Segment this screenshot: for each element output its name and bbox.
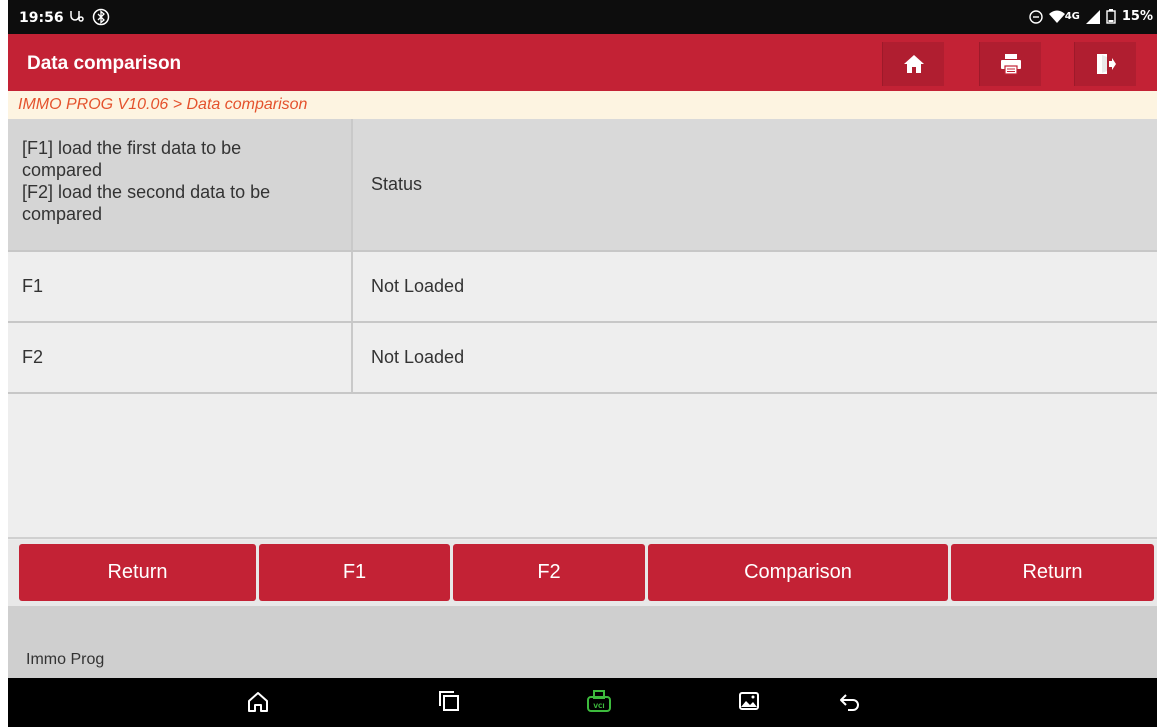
network-type: 4G xyxy=(1064,11,1080,22)
row-status: Not Loaded xyxy=(371,276,465,296)
return-button-right[interactable]: Return xyxy=(951,544,1154,601)
status-left-icons xyxy=(68,8,110,26)
footer-bar: Immo Prog xyxy=(8,606,1157,678)
status-bar: 19:56 4G 15% xyxy=(8,0,1157,34)
wifi-icon xyxy=(1048,10,1065,23)
page-title: Data comparison xyxy=(27,53,182,74)
action-button-bar: Return F1 F2 Comparison Return xyxy=(8,540,1157,606)
row-name: F1 xyxy=(8,252,353,321)
content-empty-area xyxy=(8,394,1157,539)
vci-icon[interactable]: VCI xyxy=(586,690,612,719)
app-window: 19:56 4G 15% Data comparison IMMO PROG V… xyxy=(0,0,1157,727)
home-button[interactable] xyxy=(882,42,944,86)
exit-icon xyxy=(1096,54,1116,74)
comparison-button[interactable]: Comparison xyxy=(648,544,948,601)
stethoscope-icon xyxy=(70,11,84,22)
print-button[interactable] xyxy=(979,42,1041,86)
nav-recent-apps-icon[interactable] xyxy=(438,690,460,717)
exit-button[interactable] xyxy=(1074,42,1136,86)
row-name: F2 xyxy=(8,323,353,392)
svg-text:VCI: VCI xyxy=(593,703,604,710)
left-edge xyxy=(0,0,8,727)
battery-icon xyxy=(1106,9,1116,24)
return-button-left[interactable]: Return xyxy=(19,544,256,601)
table-row[interactable]: F2 Not Loaded xyxy=(8,323,1157,394)
f2-button[interactable]: F2 xyxy=(453,544,645,601)
status-time: 19:56 xyxy=(19,10,64,26)
status-right-icons: 4G 15% xyxy=(1029,9,1153,24)
nav-back-icon[interactable] xyxy=(838,690,862,719)
dnd-icon xyxy=(1029,9,1043,24)
table-header: [F1] load the first data to be compared … xyxy=(8,119,1157,252)
signal-icon xyxy=(1085,9,1100,24)
breadcrumb: IMMO PROG V10.06 > Data comparison xyxy=(8,91,1157,119)
battery-level: 15% xyxy=(1121,9,1153,24)
table-row[interactable]: F1 Not Loaded xyxy=(8,252,1157,323)
f1-button[interactable]: F1 xyxy=(259,544,450,601)
row-status: Not Loaded xyxy=(371,347,465,367)
nav-gallery-icon[interactable] xyxy=(738,690,760,717)
nav-home-icon[interactable] xyxy=(246,690,270,719)
title-bar: Data comparison xyxy=(8,34,1157,91)
bluetooth-icon xyxy=(92,8,110,26)
data-table: [F1] load the first data to be compared … xyxy=(8,119,1157,394)
footer-label: Immo Prog xyxy=(26,651,105,668)
home-icon xyxy=(903,55,924,73)
print-icon xyxy=(1000,54,1021,75)
header-status: Status xyxy=(353,119,1157,250)
header-instructions: [F1] load the first data to be compared … xyxy=(8,119,353,250)
navigation-bar: VCI xyxy=(8,678,1157,727)
